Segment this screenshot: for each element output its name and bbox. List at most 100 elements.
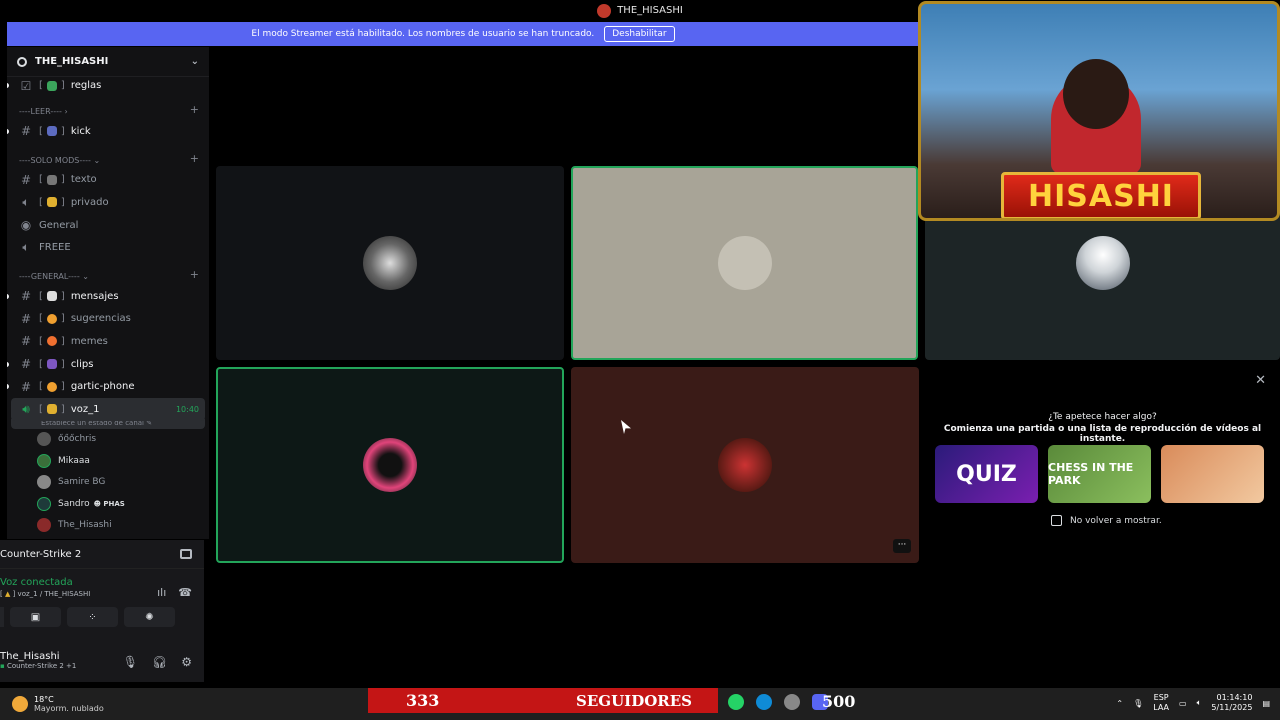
participant-tile[interactable]: ··· [571, 367, 919, 563]
channel-memes[interactable]: # [] memes [7, 330, 209, 353]
channel-freee[interactable]: 🔈︎ FREEE [7, 236, 209, 259]
voice-actions: ▣ ⁘ ✺ [0, 607, 204, 627]
hash-icon: # [20, 311, 32, 326]
hash-icon: # [20, 357, 32, 372]
game-chess-in-the-park[interactable]: CHESS IN THE PARK [1048, 445, 1151, 503]
microphone-icon[interactable]: 🎙︎ [123, 655, 138, 669]
participant-tile-speaking[interactable] [571, 166, 918, 360]
unread-dot [7, 83, 9, 88]
screen-share-button[interactable]: ▣ [10, 607, 61, 627]
channel-clips[interactable]: # [] clips [7, 353, 209, 376]
add-channel-icon[interactable]: + [190, 268, 199, 281]
thinking-emoji-icon [46, 313, 57, 324]
hash-icon: # [20, 334, 32, 349]
settings-gear-icon[interactable]: ⚙ [181, 655, 192, 669]
streamer-nameplate: HISASHI [1001, 172, 1201, 218]
user-controls: 🎙︎ 🎧︎ ⚙ [123, 655, 192, 669]
dont-show-again-checkbox[interactable]: No volver a mostrar. [1051, 515, 1162, 526]
channel-mensajes[interactable]: # [] mensajes [7, 285, 209, 308]
channel-general[interactable]: ◉ General [7, 214, 209, 237]
voice-user[interactable]: Mikaaa [7, 450, 209, 472]
category-leer[interactable]: ----LEER---- › + [7, 94, 209, 120]
channel-sugerencias[interactable]: # [] sugerencias [7, 308, 209, 331]
activity-name: Counter-Strike 2 [0, 548, 82, 560]
game-quiz-planet[interactable]: QUIZ [935, 445, 1038, 503]
channel-label: sugerencias [70, 313, 131, 325]
participant-tile[interactable] [216, 166, 564, 360]
participant-avatar [717, 236, 772, 290]
activity-suggestion-panel: ✕ ¿Te apetece hacer algo? Comienza una p… [925, 367, 1280, 563]
channel-label: privado [70, 196, 109, 208]
unread-dot [7, 128, 9, 134]
voice-panel: Counter-Strike 2 Voz conectada [ ▲ ] voz… [0, 540, 204, 682]
activity-row[interactable]: Counter-Strike 2 [0, 540, 204, 569]
channel-kick[interactable]: # [] kick [7, 120, 209, 143]
followers-count: 333 [406, 691, 440, 710]
voice-user[interactable]: őőőchris [7, 429, 209, 451]
channel-privado[interactable]: 🔈︎ [] privado [7, 191, 209, 214]
add-channel-icon[interactable]: + [190, 103, 199, 116]
window-title: THE_HISASHI [617, 5, 683, 16]
network-icon[interactable]: ▭ [1179, 699, 1187, 708]
clock[interactable]: 01:14:10 5/11/2025 [1211, 693, 1252, 713]
participant-avatar [1075, 236, 1130, 290]
user-area[interactable]: The_Hisashi ▪ Counter-Strike 2 +1 🎙︎ 🎧︎ … [0, 649, 204, 679]
camera-button[interactable] [0, 607, 4, 627]
category-solo-mods[interactable]: ----SOLO MODS---- ⌄ + [7, 143, 209, 169]
rules-icon: ☑ [20, 78, 32, 93]
game-card-activity[interactable] [1161, 445, 1264, 503]
headphones-icon[interactable]: 🎧︎ [152, 655, 167, 669]
voice-user[interactable]: Sandro ☻ PHAS [7, 493, 209, 515]
channel-label: FREEE [39, 242, 71, 254]
avatar [37, 518, 51, 533]
smile-emoji-icon [46, 381, 57, 392]
hash-icon: # [20, 124, 32, 139]
avatar [37, 453, 51, 468]
avatar [37, 496, 51, 511]
disable-streamer-button[interactable]: Deshabilitar [604, 26, 675, 42]
channel-label: gartic-phone [70, 381, 135, 393]
channel-label: mensajes [70, 290, 119, 302]
whatsapp-icon[interactable] [728, 694, 744, 710]
category-label: ----LEER---- [19, 107, 62, 116]
participant-avatar [718, 438, 772, 492]
notification-icon[interactable]: ▤ [1262, 699, 1270, 708]
volume-icon[interactable]: 🔈︎ [1197, 698, 1202, 708]
chatgpt-icon[interactable] [784, 694, 800, 710]
lock-emoji-icon [46, 197, 57, 208]
voice-user[interactable]: Samire BG [7, 472, 209, 494]
server-icon [597, 3, 612, 18]
activities-button[interactable]: ⁘ [67, 607, 118, 627]
soundboard-button[interactable]: ✺ [124, 607, 175, 627]
language-indicator[interactable]: ESP LAA [1153, 693, 1169, 713]
add-channel-icon[interactable]: + [190, 152, 199, 165]
speaker-active-icon: 🔊︎ [22, 401, 30, 416]
voice-timer: 10:40 [175, 404, 199, 414]
weather-widget[interactable]: 18°C Mayorm. nublado [0, 695, 104, 713]
banner-text: El modo Streamer está habilitado. Los no… [251, 29, 595, 39]
disconnect-icon[interactable]: ☎ [178, 586, 192, 599]
participant-tile-speaking[interactable] [216, 367, 564, 563]
channel-reglas[interactable]: ☑ [] reglas [7, 77, 209, 94]
channel-voz-1[interactable]: 🔊︎ [] voz_1 10:40 [11, 397, 205, 421]
mic-tray-icon[interactable]: 🎙︎ [1133, 699, 1143, 708]
unread-dot [7, 361, 9, 367]
more-options-button[interactable]: ··· [893, 539, 911, 553]
close-icon[interactable]: ✕ [1255, 373, 1266, 388]
channel-gartic-phone[interactable]: # [] gartic-phone [7, 375, 209, 398]
promo-question: ¿Te apetece hacer algo? [1048, 412, 1157, 422]
edge-icon[interactable] [756, 694, 772, 710]
category-general[interactable]: ----GENERAL---- ⌄ + [7, 259, 209, 285]
channel-label: texto [70, 174, 97, 186]
laugh-emoji-icon [46, 336, 57, 347]
voice-controls: ılı ☎ [157, 586, 192, 599]
game-overlay-icon[interactable] [180, 549, 192, 559]
server-header[interactable]: THE_HISASHI ⌄ [7, 47, 209, 77]
channel-texto[interactable]: # [] texto [7, 169, 209, 192]
chevron-up-icon[interactable]: ⌃ [1116, 699, 1123, 708]
weather-description: Mayorm. nublado [34, 704, 104, 713]
voice-channel-path: voz_1 / THE_HISASHI [17, 590, 91, 598]
noise-suppression-icon[interactable]: ılı [157, 586, 166, 599]
voice-user[interactable]: The_Hisashi [7, 515, 209, 537]
category-label: ----SOLO MODS---- [19, 155, 91, 165]
